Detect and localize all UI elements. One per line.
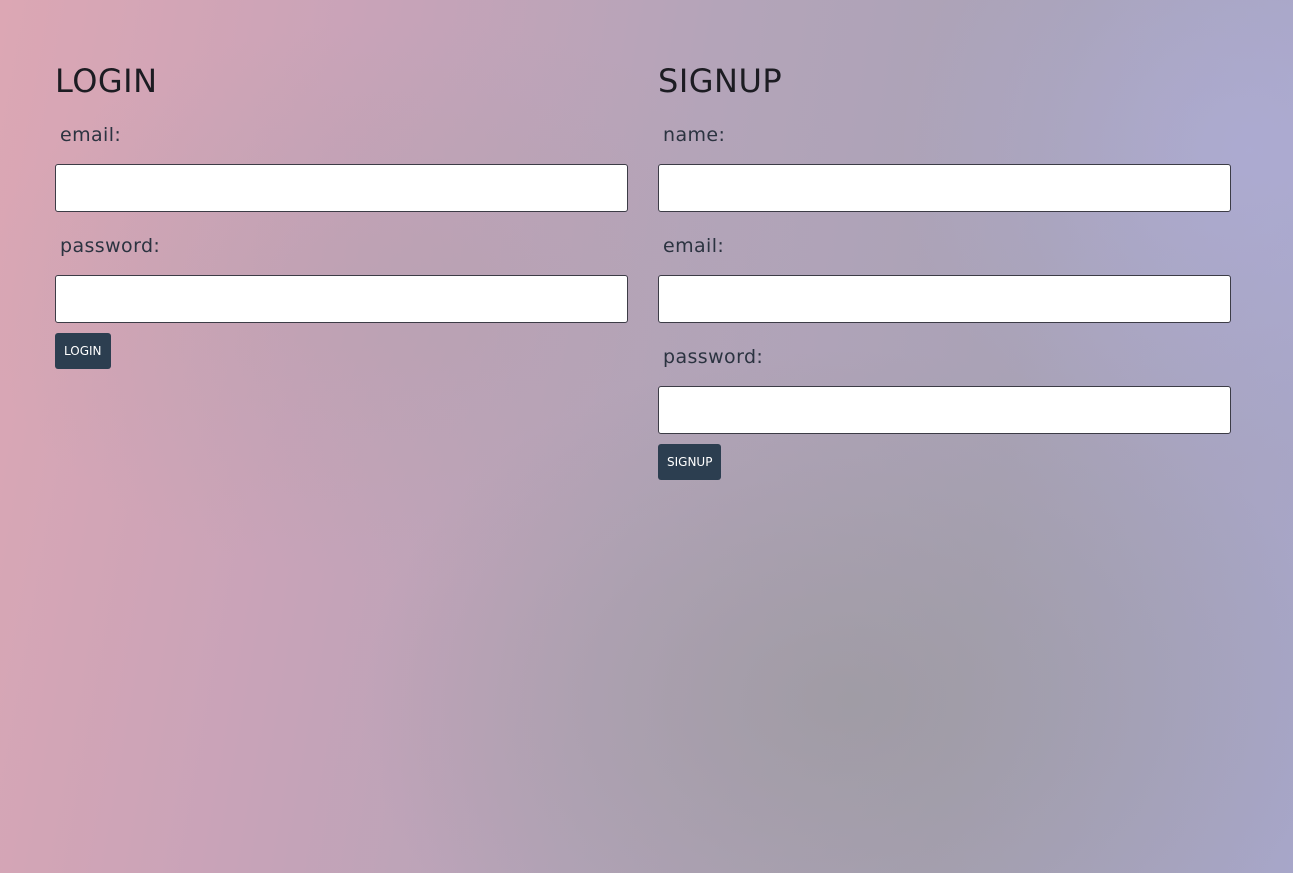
signup-name-input[interactable]: [658, 164, 1231, 212]
signup-email-input[interactable]: [658, 275, 1231, 323]
login-password-input[interactable]: [55, 275, 628, 323]
signup-name-label: name:: [663, 124, 726, 146]
login-password-label: password:: [60, 235, 161, 257]
login-email-label: email:: [60, 124, 122, 146]
signup-password-label: password:: [663, 346, 764, 368]
signup-password-input[interactable]: [658, 386, 1231, 434]
login-button[interactable]: LOGIN: [55, 333, 111, 369]
login-title: LOGIN: [55, 62, 158, 100]
signup-email-label: email:: [663, 235, 725, 257]
signup-button[interactable]: SIGNUP: [658, 444, 722, 480]
signup-title: SIGNUP: [658, 62, 783, 100]
login-email-input[interactable]: [55, 164, 628, 212]
